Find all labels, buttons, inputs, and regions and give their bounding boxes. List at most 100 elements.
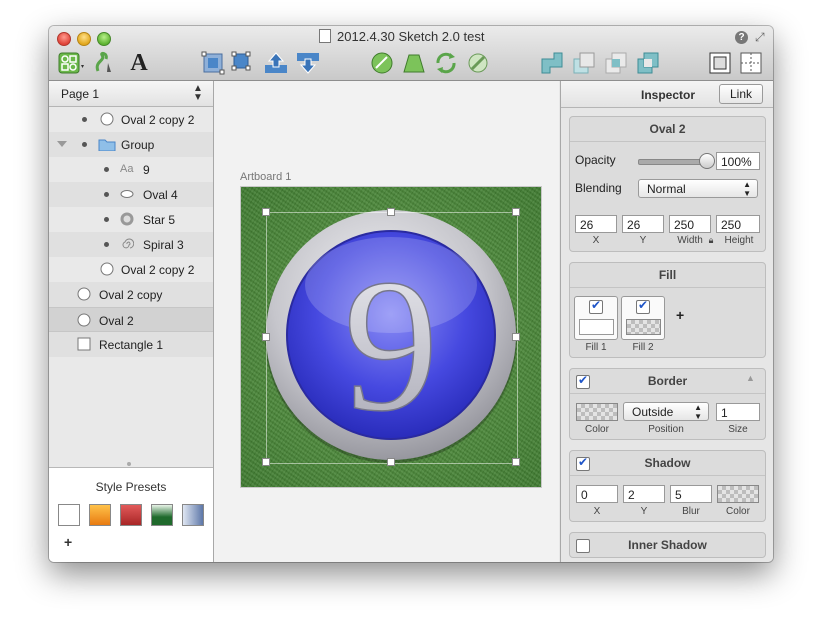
shadow-y-field[interactable]: 2 <box>623 485 665 503</box>
fill1-card[interactable] <box>574 296 618 340</box>
shadow-blur-caption: Blur <box>682 506 700 517</box>
border-checkbox[interactable] <box>576 373 590 389</box>
add-fill-button[interactable]: + <box>676 307 684 323</box>
resize-handle[interactable] <box>387 208 395 216</box>
arrow-down-icon <box>297 53 319 74</box>
shadow-x-caption: X <box>593 506 601 517</box>
layer-row-selected[interactable]: Oval 2 <box>49 307 213 332</box>
fill1-color-well[interactable] <box>579 319 614 335</box>
link-button[interactable]: Link <box>719 84 763 104</box>
shadow-color-well[interactable] <box>717 485 759 503</box>
oval-outline-icon <box>100 112 114 126</box>
shadow-checkbox[interactable] <box>576 455 590 471</box>
y-field[interactable]: 26 <box>622 215 664 233</box>
visibility-dot[interactable] <box>104 242 109 247</box>
move-forward-button[interactable] <box>263 50 289 76</box>
minimize-window-button[interactable] <box>77 32 91 46</box>
resize-handle[interactable] <box>512 208 520 216</box>
layer-row[interactable]: Spiral 3 <box>49 232 213 257</box>
layer-row[interactable]: Oval 2 copy 2 <box>49 107 213 132</box>
fill1-checkbox[interactable] <box>589 298 603 314</box>
opacity-slider-knob[interactable] <box>699 153 715 169</box>
union-icon <box>541 52 563 74</box>
intersect-button[interactable] <box>603 50 629 76</box>
resize-grip[interactable] <box>127 462 131 466</box>
layer-name: Group <box>121 138 155 152</box>
height-field[interactable]: 250 <box>716 215 760 233</box>
resize-handle[interactable] <box>262 333 270 341</box>
inner-shadow-checkbox[interactable] <box>576 539 590 553</box>
window-title: 2012.4.30 Sketch 2.0 test <box>319 29 549 45</box>
union-button[interactable] <box>539 50 565 76</box>
subtract-button[interactable] <box>571 50 597 76</box>
fill2-color-well[interactable] <box>626 319 661 335</box>
shadow-y-caption: Y <box>640 506 648 517</box>
show-rulers-button[interactable] <box>708 50 732 76</box>
ungroup-button[interactable] <box>230 50 256 76</box>
edit-path-button[interactable] <box>369 50 395 76</box>
layer-row[interactable]: Oval 2 copy <box>49 282 213 307</box>
border-color-well[interactable] <box>576 403 618 421</box>
move-backward-button[interactable] <box>295 50 321 76</box>
insert-shape-tool[interactable] <box>55 50 89 76</box>
shapes-grid-icon <box>58 52 84 74</box>
preset-swatch-white[interactable] <box>58 504 80 526</box>
transform-button[interactable] <box>401 50 427 76</box>
help-icon[interactable]: ? <box>735 31 748 44</box>
resize-handle[interactable] <box>262 208 270 216</box>
layer-row[interactable]: Group <box>49 132 213 157</box>
artboard[interactable]: 9 <box>240 186 542 488</box>
difference-button[interactable] <box>635 50 661 76</box>
vector-pen-tool[interactable] <box>91 50 117 76</box>
close-window-button[interactable] <box>57 32 71 46</box>
subtract-icon <box>573 52 595 74</box>
fullscreen-icon[interactable]: ⤢ <box>755 30 769 44</box>
page-selector[interactable]: Page 1 ▲ ▼ <box>49 81 213 107</box>
preset-swatch-orange[interactable] <box>89 504 111 526</box>
show-grid-button[interactable] <box>739 50 763 76</box>
resize-handle[interactable] <box>512 333 520 341</box>
width-field[interactable]: 250 <box>669 215 711 233</box>
shadow-x-field[interactable]: 0 <box>576 485 618 503</box>
border-size-field[interactable]: 1 <box>716 403 760 421</box>
canvas[interactable]: Artboard 1 9 <box>214 81 559 562</box>
fill2-checkbox[interactable] <box>636 298 650 314</box>
preset-swatch-blue[interactable] <box>182 504 204 526</box>
preset-swatch-green[interactable] <box>151 504 173 526</box>
visibility-dot[interactable] <box>82 142 87 147</box>
add-preset-button[interactable]: + <box>64 534 72 550</box>
visibility-dot[interactable] <box>104 192 109 197</box>
blending-select[interactable]: Normal ▲ ▼ <box>638 179 758 198</box>
group-button[interactable] <box>200 50 226 76</box>
layer-row[interactable]: Rectangle 1 <box>49 332 213 357</box>
collapse-triangle-icon[interactable]: ▲ <box>746 373 755 383</box>
flatten-button[interactable] <box>465 50 491 76</box>
opacity-slider-track[interactable] <box>638 159 708 165</box>
rotate-button[interactable] <box>433 50 459 76</box>
title-bar: 2012.4.30 Sketch 2.0 test ? ⤢ A <box>49 26 773 81</box>
layer-row[interactable]: Oval 4 <box>49 182 213 207</box>
shadow-blur-field[interactable]: 5 <box>670 485 712 503</box>
resize-handle[interactable] <box>512 458 520 466</box>
lock-ratio-icon[interactable]: 🔒︎ <box>706 235 716 246</box>
shadow-heading: Shadow <box>570 451 765 476</box>
layer-row[interactable]: Star 5 <box>49 207 213 232</box>
resize-handle[interactable] <box>262 458 270 466</box>
layer-row[interactable]: Aa 9 <box>49 157 213 182</box>
x-field[interactable]: 26 <box>575 215 617 233</box>
height-caption: Height <box>724 235 754 246</box>
opacity-field[interactable]: 100% <box>716 152 760 170</box>
disclosure-triangle-icon[interactable] <box>57 141 67 147</box>
visibility-dot[interactable] <box>104 217 109 222</box>
layer-row[interactable]: Oval 2 copy 2 <box>49 257 213 282</box>
visibility-dot[interactable] <box>104 167 109 172</box>
zoom-window-button[interactable] <box>97 32 111 46</box>
visibility-dot[interactable] <box>82 117 87 122</box>
fill2-card[interactable] <box>621 296 665 340</box>
text-tool[interactable]: A <box>127 50 151 76</box>
preset-swatch-red[interactable] <box>120 504 142 526</box>
resize-handle[interactable] <box>387 458 395 466</box>
difference-icon <box>637 52 659 74</box>
border-position-select[interactable]: Outside ▲ ▼ <box>623 402 709 421</box>
artboard-label[interactable]: Artboard 1 <box>240 171 291 183</box>
